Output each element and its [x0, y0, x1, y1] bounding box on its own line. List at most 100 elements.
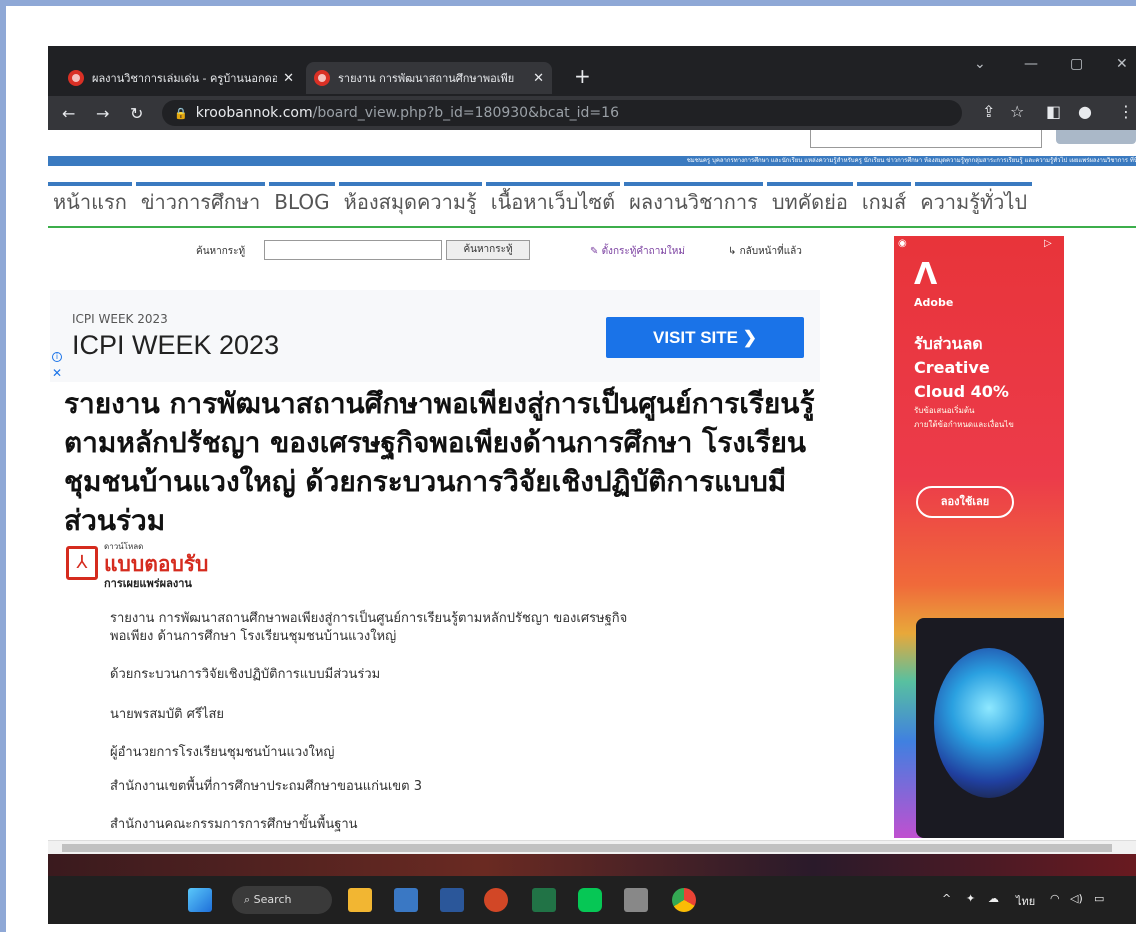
menu-item[interactable]: ข่าวการศึกษา — [135, 182, 266, 216]
ad-subtext: รับข้อเสนอเริ่มต้น ภายใต้ข้อกำหนดและเงื่… — [914, 404, 1014, 432]
menu-item[interactable]: ผลงานวิชาการ — [624, 182, 763, 216]
pdf-link-subtitle: การเผยแพร่ผลงาน — [104, 577, 192, 590]
forward-icon[interactable]: → — [96, 104, 109, 123]
tab-title: รายงาน การพัฒนาสถานศึกษาพอเพีย — [338, 72, 515, 85]
browser-tabbar: ผลงานวิชาการเล่มเด่น - ครูบ้านนอกดอ ✕ รา… — [48, 46, 1136, 96]
horizontal-scrollbar[interactable] — [48, 840, 1136, 854]
screenshot-frame: ผลงานวิชาการเล่มเด่น - ครูบ้านนอกดอ ✕ รา… — [0, 0, 1136, 932]
ad-headline-line: Cloud 40% — [914, 382, 1009, 401]
ad-title: ICPI WEEK 2023 — [72, 330, 280, 360]
board-search-button[interactable]: ค้นหากระทู้ — [446, 240, 530, 260]
chrome-icon[interactable] — [672, 888, 696, 912]
search-label: ค้นหากระทู้ — [196, 246, 246, 257]
close-tab-icon[interactable]: ✕ — [533, 71, 544, 86]
ad-headline: รับส่วนลด Creative Cloud 40% — [914, 332, 1009, 404]
menu-dots-icon[interactable]: ⋮ — [1118, 102, 1134, 121]
bookmark-star-icon[interactable]: ☆ — [1010, 102, 1024, 121]
taskbar-search[interactable]: ⌕ Search — [232, 886, 332, 914]
site-favicon-icon — [68, 70, 84, 86]
site-search-input[interactable] — [810, 130, 1042, 148]
banner-ad[interactable]: ICPI WEEK 2023 ICPI WEEK 2023 VISIT SITE… — [50, 290, 820, 382]
app-icon[interactable] — [624, 888, 648, 912]
tab-search-icon[interactable]: ⌄ — [974, 56, 986, 72]
wifi-icon[interactable]: ◠ — [1050, 892, 1060, 905]
site-favicon-icon — [314, 70, 330, 86]
share-icon[interactable]: ⇪ — [982, 102, 995, 121]
ad-close-icon[interactable]: ✕ — [52, 366, 62, 380]
reload-icon[interactable]: ↻ — [130, 104, 143, 123]
back-link[interactable]: ↳ กลับหน้าที่แล้ว — [728, 244, 802, 259]
tab-title: ผลงานวิชาการเล่มเด่น - ครูบ้านนอกดอ — [92, 72, 278, 85]
powerpoint-icon[interactable] — [484, 888, 508, 912]
ad-brand: Adobe — [914, 296, 954, 309]
body-line: ด้วยกระบวนการวิจัยเชิงปฏิบัติการแบบมีส่ว… — [110, 667, 381, 682]
menu-item[interactable]: ห้องสมุดความรู้ — [338, 182, 482, 216]
article-title: รายงาน การพัฒนาสถานศึกษาพอเพียงสู่การเป็… — [64, 387, 815, 537]
ad-subtext-line: รับข้อเสนอเริ่มต้น — [914, 406, 975, 415]
chevron-up-icon[interactable]: ^ — [942, 892, 951, 905]
adobe-logo-icon: Λ — [914, 257, 938, 292]
menu-item[interactable]: ความรู้ทั่วไป — [915, 182, 1033, 216]
back-icon[interactable]: ← — [62, 104, 75, 123]
side-panel-icon[interactable]: ◧ — [1046, 102, 1061, 121]
body-line: นายพรสมบัติ ศรีไสย — [110, 707, 225, 722]
menu-item[interactable]: เกมส์ — [856, 182, 912, 216]
excel-icon[interactable] — [532, 888, 556, 912]
body-line: พอเพียง ด้านการศึกษา โรงเรียนชุมชนบ้านแว… — [110, 629, 397, 644]
volume-icon[interactable]: ◁) — [1070, 892, 1083, 905]
visit-site-button[interactable]: VISIT SITE ❯ — [606, 317, 804, 358]
site-main-menu: หน้าแรก ข่าวการศึกษา BLOG ห้องสมุดความรู… — [48, 182, 1136, 216]
battery-icon[interactable]: ▭ — [1094, 892, 1104, 905]
ad-subtext-line: ภายใต้ข้อกำหนดและเงื่อนไข — [914, 420, 1014, 429]
close-tab-icon[interactable]: ✕ — [283, 71, 294, 86]
desktop-screen: ผลงานวิชาการเล่มเด่น - ครูบ้านนอกดอ ✕ รา… — [48, 46, 1136, 924]
pdf-icon[interactable]: ⅄ — [66, 546, 98, 580]
ad-choices-icon[interactable]: ◉ — [898, 238, 907, 249]
maximize-icon[interactable]: ▢ — [1070, 56, 1083, 72]
ad-headline-line: Creative — [914, 358, 990, 377]
site-banner-strip: ชมชนครู บุคลากรทางการศึกษา และนักเรียน แ… — [48, 156, 1136, 166]
language-indicator[interactable]: ไทย — [1016, 892, 1035, 910]
new-tab-button[interactable]: + — [574, 64, 591, 88]
board-search-input[interactable] — [264, 240, 442, 260]
scrollbar-thumb[interactable] — [62, 844, 1112, 852]
ad-close-icon[interactable]: ▷ — [1044, 238, 1052, 249]
ad-cta-button[interactable]: ลองใช้เลย — [916, 486, 1014, 518]
word-icon[interactable] — [440, 888, 464, 912]
site-search-button[interactable] — [1056, 130, 1136, 144]
side-ad[interactable]: ◉ ▷ Λ Adobe รับส่วนลด Creative Cloud 40%… — [894, 236, 1064, 838]
new-topic-link[interactable]: ✎ ตั้งกระทู้คำถามใหม่ — [590, 244, 685, 259]
ad-headline-line: รับส่วนลด — [914, 334, 983, 353]
url-path: /board_view.php?b_id=180930&bcat_id=16 — [312, 105, 619, 121]
tab-inactive[interactable]: ผลงานวิชาการเล่มเด่น - ครูบ้านนอกดอ ✕ — [60, 62, 302, 94]
body-line: สำนักงานเขตพื้นที่การศึกษาประถมศึกษาขอนแ… — [110, 779, 423, 794]
minimize-icon[interactable]: — — [1024, 56, 1038, 72]
menu-item[interactable]: เนื้อหาเว็บไซต์ — [485, 182, 621, 216]
menu-item[interactable]: BLOG — [269, 182, 335, 216]
tray-app-icon[interactable]: ✦ — [966, 892, 975, 905]
taskbar-search-label: Search — [253, 893, 292, 906]
address-bar[interactable]: 🔒 kroobannok.com/board_view.php?b_id=180… — [162, 100, 962, 126]
menu-item[interactable]: หน้าแรก — [48, 182, 132, 216]
profile-icon[interactable]: ● — [1078, 102, 1092, 121]
browser-toolbar: ← → ↻ 🔒 kroobannok.com/board_view.php?b_… — [48, 96, 1136, 130]
file-explorer-icon[interactable] — [348, 888, 372, 912]
start-icon[interactable] — [188, 888, 212, 912]
ad-small-title: ICPI WEEK 2023 — [72, 312, 168, 326]
tray-cloud-icon[interactable]: ☁ — [988, 892, 999, 905]
photos-icon[interactable] — [394, 888, 418, 912]
tab-active[interactable]: รายงาน การพัฒนาสถานศึกษาพอเพีย ✕ — [306, 62, 552, 94]
lock-icon: 🔒 — [174, 106, 188, 120]
tablet-artwork — [934, 648, 1044, 798]
close-window-icon[interactable]: ✕ — [1116, 56, 1128, 72]
menu-item[interactable]: บทคัดย่อ — [766, 182, 853, 216]
web-page: ชมชนครู บุคลากรทางการศึกษา และนักเรียน แ… — [48, 130, 1136, 840]
ad-info-icon[interactable]: i — [52, 352, 62, 362]
body-line: ผู้อำนวยการโรงเรียนชุมชนบ้านแวงใหญ่ — [110, 745, 335, 760]
back-label: กลับหน้าที่แล้ว — [739, 246, 802, 257]
divider — [48, 226, 1136, 228]
body-line: สำนักงานคณะกรรมการการศึกษาขั้นพื้นฐาน — [110, 817, 358, 832]
tablet-image — [916, 618, 1064, 838]
line-app-icon[interactable] — [578, 888, 602, 912]
windows-taskbar: ⌕ Search ^ ✦ ☁ ไทย ◠ ◁) ▭ — [48, 876, 1136, 924]
